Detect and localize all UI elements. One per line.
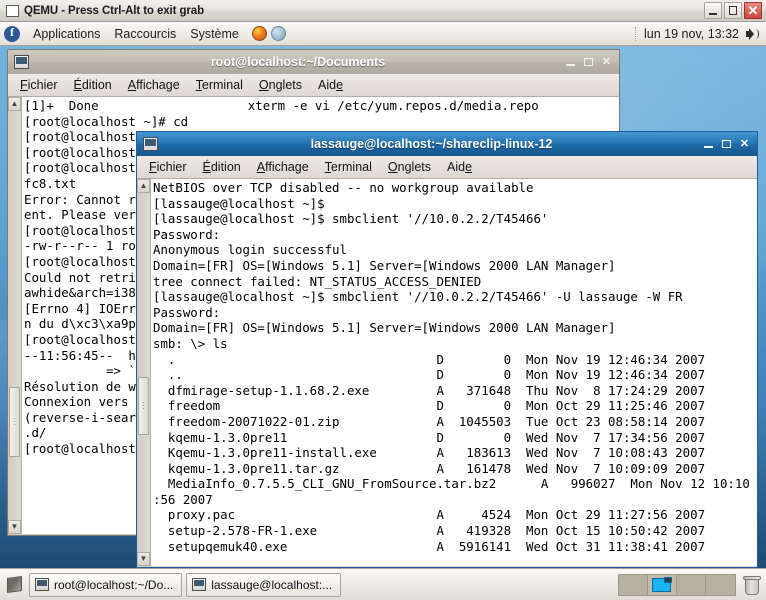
menu-fichier[interactable]: Fichier xyxy=(12,76,66,94)
qemu-minimize-button[interactable] xyxy=(704,2,722,19)
window-lassauge-scrollbar[interactable]: ▲ ▼ xyxy=(137,179,151,566)
scroll-thumb[interactable] xyxy=(9,387,20,457)
qemu-window-controls: ✕ xyxy=(704,2,766,19)
trash-icon[interactable] xyxy=(743,575,761,595)
window-lassauge-titlebar[interactable]: lassauge@localhost:~/shareclip-linux-12 … xyxy=(137,132,757,156)
taskbar-item-label: lassauge@localhost:... xyxy=(211,577,333,592)
qemu-close-button[interactable]: ✕ xyxy=(744,2,762,19)
menu-raccourcis[interactable]: Raccourcis xyxy=(107,25,183,43)
panel-separator xyxy=(635,26,638,41)
gnome-bottom-panel: root@localhost:~/Do... lassauge@localhos… xyxy=(0,568,766,600)
gnome-top-panel: Applications Raccourcis Système lun 19 n… xyxy=(0,22,766,46)
workspace-3[interactable] xyxy=(677,574,706,595)
menu-onglets[interactable]: Onglets xyxy=(380,158,439,176)
window-lassauge-close-button[interactable]: ✕ xyxy=(737,137,752,151)
taskbar-item-label: root@localhost:~/Do... xyxy=(54,577,174,592)
qemu-window-titlebar: QEMU - Press Ctrl-Alt to exit grab ✕ xyxy=(0,0,766,22)
terminal-icon xyxy=(35,578,49,591)
terminal-icon xyxy=(143,137,158,151)
window-lassauge-terminal-output: NetBIOS over TCP disabled -- no workgrou… xyxy=(153,180,750,554)
qemu-maximize-button[interactable] xyxy=(724,2,742,19)
fedora-logo-icon[interactable] xyxy=(4,25,20,42)
scroll-down-arrow-icon[interactable]: ▼ xyxy=(137,552,150,566)
window-lassauge-minimize-button[interactable] xyxy=(701,137,716,151)
window-root-title: root@localhost:~/Documents xyxy=(210,55,386,69)
menu-affichage[interactable]: Affichage xyxy=(249,158,317,176)
window-lassauge-terminal-area[interactable]: ▲ ▼ NetBIOS over TCP disabled -- no work… xyxy=(137,179,757,566)
qemu-window-title: QEMU - Press Ctrl-Alt to exit grab xyxy=(24,4,204,17)
qemu-window-icon xyxy=(6,4,19,17)
menu-onglets[interactable]: Onglets xyxy=(251,76,310,94)
help-icon[interactable] xyxy=(270,26,286,41)
window-lassauge-menubar: Fichier Édition Affichage Terminal Ongle… xyxy=(137,156,757,179)
window-root-close-button[interactable]: ✕ xyxy=(599,55,614,69)
menu-edition[interactable]: Édition xyxy=(66,76,120,94)
window-root-titlebar[interactable]: root@localhost:~/Documents ✕ xyxy=(8,50,619,74)
window-root-menubar: Fichier Édition Affichage Terminal Ongle… xyxy=(8,74,619,97)
window-lassauge-controls: ✕ xyxy=(701,137,755,151)
window-root-scrollbar[interactable]: ▲ ▼ xyxy=(8,97,22,534)
menu-aide[interactable]: Aide xyxy=(310,76,351,94)
menu-aide[interactable]: Aide xyxy=(439,158,480,176)
menu-fichier[interactable]: Fichier xyxy=(141,158,195,176)
firefox-icon[interactable] xyxy=(251,26,267,41)
panel-clock[interactable]: lun 19 nov, 13:32 xyxy=(644,27,739,41)
scroll-up-arrow-icon[interactable]: ▲ xyxy=(137,179,150,193)
screen: QEMU - Press Ctrl-Alt to exit grab ✕ App… xyxy=(0,0,766,600)
menu-terminal[interactable]: Terminal xyxy=(188,76,251,94)
menu-systeme[interactable]: Système xyxy=(183,25,246,43)
workspace-switcher[interactable] xyxy=(618,573,736,596)
workspace-1[interactable] xyxy=(619,574,648,595)
taskbar-item-lassauge[interactable]: lassauge@localhost:... xyxy=(186,572,342,597)
panel-status-area: lun 19 nov, 13:32 xyxy=(635,26,766,41)
show-desktop-icon[interactable] xyxy=(3,573,25,597)
taskbar-right-area xyxy=(618,573,763,596)
window-lassauge-frame: lassauge@localhost:~/shareclip-linux-12 … xyxy=(136,131,758,568)
workspace-2[interactable] xyxy=(648,574,677,595)
window-lassauge-maximize-button[interactable] xyxy=(719,137,734,151)
scroll-up-arrow-icon[interactable]: ▲ xyxy=(8,97,21,111)
workspace-4[interactable] xyxy=(706,574,735,595)
window-root-minimize-button[interactable] xyxy=(563,55,578,69)
window-root-controls: ✕ xyxy=(563,55,617,69)
speaker-icon[interactable] xyxy=(745,27,760,41)
menu-edition[interactable]: Édition xyxy=(195,158,249,176)
window-root-maximize-button[interactable] xyxy=(581,55,596,69)
menu-affichage[interactable]: Affichage xyxy=(120,76,188,94)
menu-applications[interactable]: Applications xyxy=(26,25,107,43)
window-lassauge-title: lassauge@localhost:~/shareclip-linux-12 xyxy=(310,137,553,151)
window-lassauge-shareclip[interactable]: lassauge@localhost:~/shareclip-linux-12 … xyxy=(136,131,758,568)
scroll-down-arrow-icon[interactable]: ▼ xyxy=(8,520,21,534)
scroll-thumb[interactable] xyxy=(138,377,149,435)
taskbar-item-root[interactable]: root@localhost:~/Do... xyxy=(29,572,183,597)
terminal-icon xyxy=(14,55,29,69)
menu-terminal[interactable]: Terminal xyxy=(317,158,380,176)
panel-launchers xyxy=(251,26,286,41)
terminal-icon xyxy=(192,578,207,591)
